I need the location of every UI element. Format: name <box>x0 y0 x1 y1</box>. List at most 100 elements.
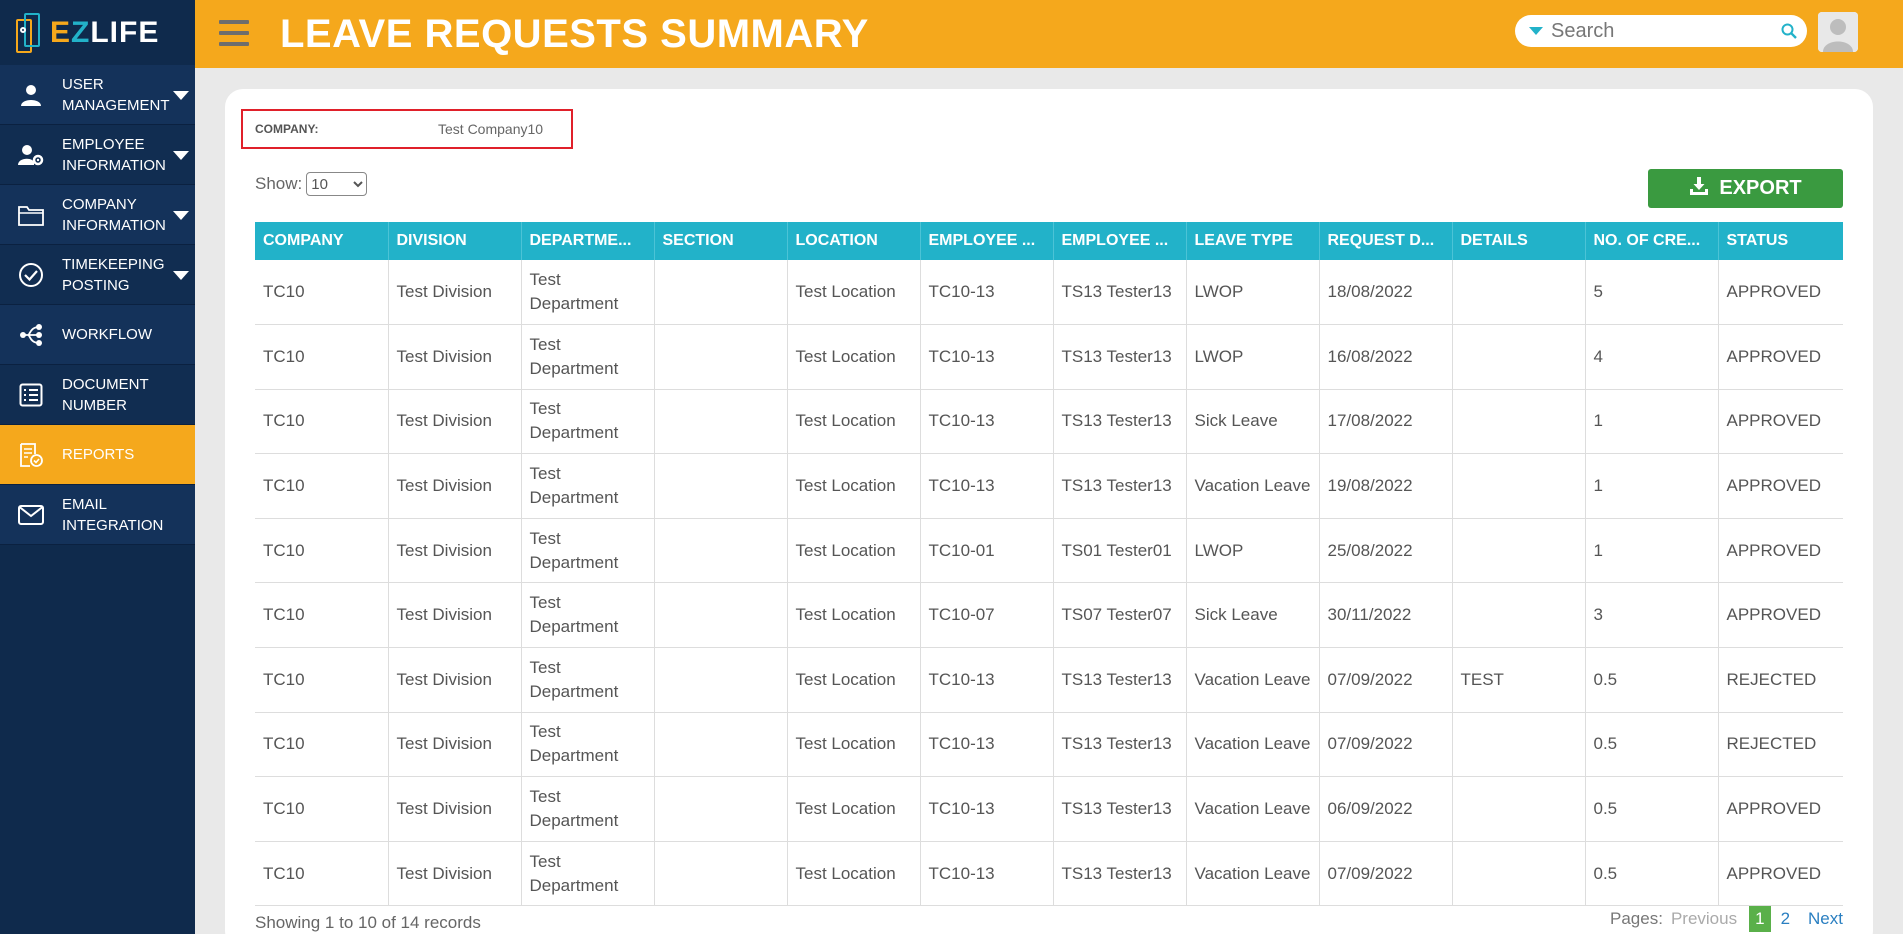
table-row[interactable]: TC10 Test Division Test Department Test Loc… <box>255 453 1843 519</box>
page-1-button[interactable]: 1 <box>1749 906 1771 932</box>
sidebar-item-timekeeping-posting[interactable]: Timekeeping Posting <box>0 245 195 305</box>
avatar[interactable] <box>1818 12 1858 52</box>
table-cell: Vacation Leave <box>1186 712 1320 778</box>
column-header[interactable]: DEPARTME... <box>521 222 655 260</box>
table-row[interactable]: TC10 Test Division Test Department Test Loc… <box>255 647 1843 713</box>
table-cell: 07/09/2022 <box>1319 841 1453 907</box>
search-filter-dropdown-icon[interactable] <box>1529 27 1543 35</box>
table-cell: TS13 Tester13 <box>1053 647 1187 713</box>
table-cell: Test Department <box>521 776 655 842</box>
column-header[interactable]: DETAILS <box>1452 222 1586 260</box>
hamburger-menu-icon[interactable] <box>219 20 249 46</box>
table-cell: TC10-13 <box>920 260 1054 326</box>
column-header[interactable]: LOCATION <box>787 222 921 260</box>
table-cell: TS13 Tester13 <box>1053 260 1187 326</box>
table-cell: TC10-13 <box>920 389 1054 455</box>
search-icon[interactable] <box>1781 23 1797 44</box>
table-cell: Test Division <box>388 453 522 519</box>
table-cell: Test Department <box>521 647 655 713</box>
column-header[interactable]: REQUEST D... <box>1319 222 1453 260</box>
column-header[interactable]: EMPLOYEE ... <box>1053 222 1187 260</box>
table-cell <box>654 776 788 842</box>
table-cell: Test Department <box>521 582 655 649</box>
column-header[interactable]: COMPANY <box>255 222 389 260</box>
column-header[interactable]: DIVISION <box>388 222 522 260</box>
table-row[interactable]: TC10 Test Division Test Department Test Loc… <box>255 260 1843 326</box>
table-cell: TC10-13 <box>920 776 1054 842</box>
company-filter-label: COMPANY: <box>255 122 319 136</box>
sidebar-item-label: Workflow <box>62 326 152 343</box>
sidebar-item-email-integration[interactable]: Email Integration <box>0 485 195 545</box>
sidebar-item-workflow[interactable]: Workflow <box>0 305 195 365</box>
sidebar-item-user-management[interactable]: User Management <box>0 65 195 125</box>
table-cell <box>1452 518 1586 584</box>
table-cell: Test Division <box>388 841 522 907</box>
pages-label: Pages: <box>1610 909 1663 928</box>
table-row[interactable]: TC10 Test Division Test Department Test Loc… <box>255 582 1843 649</box>
table-cell: REJECTED <box>1718 712 1843 778</box>
table-cell: TC10 <box>255 841 389 907</box>
ezlife-logo[interactable]: EZLIFE <box>0 0 195 65</box>
next-page-button[interactable]: Next <box>1808 909 1843 929</box>
previous-page-button[interactable]: Previous <box>1671 909 1737 929</box>
table-cell <box>654 647 788 713</box>
page-2-button[interactable]: 2 <box>1775 906 1796 932</box>
company-filter-value: Test Company10 <box>438 121 544 137</box>
column-header[interactable]: SECTION <box>654 222 788 260</box>
table-cell: Vacation Leave <box>1186 776 1320 842</box>
company-filter[interactable]: COMPANY: Test Company10 <box>241 109 573 149</box>
table-cell <box>654 324 788 390</box>
table-cell: TC10 <box>255 453 389 519</box>
folder-icon <box>0 204 62 226</box>
export-button[interactable]: EXPORT <box>1648 169 1843 208</box>
show-label: Show: <box>255 174 303 193</box>
table-cell: TC10 <box>255 389 389 455</box>
table-cell: TC10 <box>255 776 389 842</box>
list-icon <box>0 383 62 407</box>
column-header[interactable]: NO. OF CRE... <box>1585 222 1719 260</box>
table-cell <box>1452 324 1586 390</box>
sidebar-item-reports[interactable]: Reports <box>0 425 195 485</box>
table-cell: Test Location <box>787 453 921 519</box>
table-row[interactable]: TC10 Test Division Test Department Test Loc… <box>255 518 1843 584</box>
chevron-down-icon <box>173 91 189 100</box>
table-row[interactable]: TC10 Test Division Test Department Test Loc… <box>255 841 1843 907</box>
table-cell: APPROVED <box>1718 453 1843 519</box>
table-cell <box>1452 712 1586 778</box>
table-cell: 19/08/2022 <box>1319 453 1453 519</box>
table-cell: Sick Leave <box>1186 389 1320 455</box>
table-cell: Test Department <box>521 389 655 455</box>
table-body: TC10 Test Division Test Department Test Loc… <box>255 260 1843 907</box>
table-row[interactable]: TC10 Test Division Test Department Test Loc… <box>255 389 1843 455</box>
table-cell <box>1452 260 1586 326</box>
table-cell: 1 <box>1585 453 1719 519</box>
sidebar-item-employee-information[interactable]: Employee Information <box>0 125 195 185</box>
table-cell: Test Location <box>787 712 921 778</box>
page-size-control: Show: 10 <box>255 172 368 196</box>
column-header[interactable]: LEAVE TYPE <box>1186 222 1320 260</box>
user-icon <box>0 83 62 107</box>
table-cell: Test Department <box>521 453 655 519</box>
page-size-select[interactable]: 10 <box>306 172 368 196</box>
column-header[interactable]: STATUS <box>1718 222 1843 260</box>
table-cell: Test Division <box>388 776 522 842</box>
table-cell: Test Location <box>787 518 921 584</box>
table-cell: 5 <box>1585 260 1719 326</box>
table-cell: TC10-13 <box>920 841 1054 907</box>
sidebar-item-company-information[interactable]: Company Information <box>0 185 195 245</box>
report-card: COMPANY: Test Company10 Show: 10 EXPORT … <box>225 89 1873 934</box>
table-cell: APPROVED <box>1718 582 1843 649</box>
table-cell: LWOP <box>1186 324 1320 390</box>
column-header[interactable]: EMPLOYEE ... <box>920 222 1054 260</box>
table-row[interactable]: TC10 Test Division Test Department Test Loc… <box>255 776 1843 842</box>
table-cell: APPROVED <box>1718 841 1843 907</box>
table-row[interactable]: TC10 Test Division Test Department Test Loc… <box>255 712 1843 778</box>
table-cell: 0.5 <box>1585 647 1719 713</box>
table-cell: TC10-07 <box>920 582 1054 649</box>
table-row[interactable]: TC10 Test Division Test Department Test Loc… <box>255 324 1843 390</box>
sidebar-item-document-number[interactable]: Document Number <box>0 365 195 425</box>
search-input[interactable] <box>1551 19 1771 43</box>
table-cell: TC10 <box>255 582 389 649</box>
sidebar-item-label: Timekeeping Posting <box>62 255 165 294</box>
table-cell: Test Division <box>388 324 522 390</box>
